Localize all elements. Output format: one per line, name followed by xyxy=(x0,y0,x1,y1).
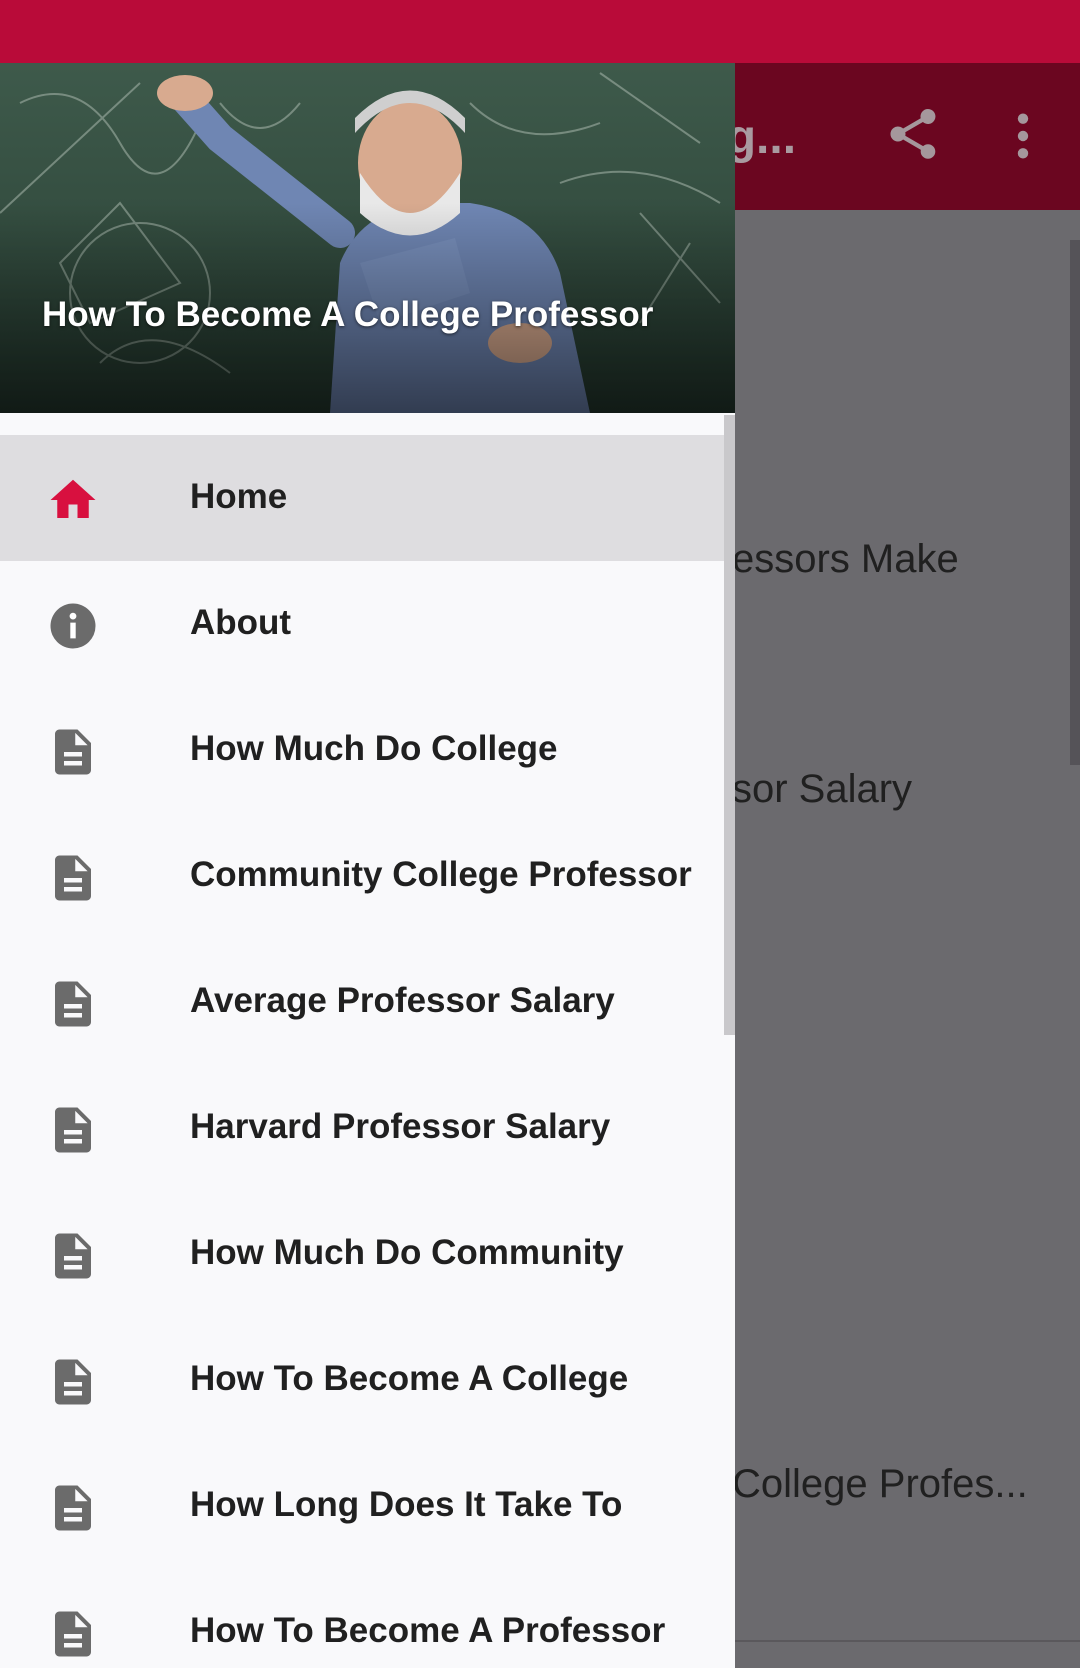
navigation-drawer: How To Become A College Professor Home A… xyxy=(0,63,735,1668)
more-vert-icon[interactable] xyxy=(1008,110,1038,162)
document-icon xyxy=(55,1359,91,1405)
menu-item-label: How Much Do Community xyxy=(190,1233,624,1272)
drawer-header: How To Become A College Professor xyxy=(0,63,735,413)
menu-item-label: How Much Do College xyxy=(190,729,558,768)
menu-item-community-college-professor[interactable]: Community College Professor xyxy=(0,813,735,939)
menu-item-label: How To Become A College xyxy=(190,1359,629,1398)
menu-item-how-to-become-a-college[interactable]: How To Become A College xyxy=(0,1317,735,1443)
background-scrollbar xyxy=(1070,240,1080,765)
background-list-item: College Profes... xyxy=(732,1462,1028,1506)
home-icon xyxy=(50,479,96,518)
menu-item-label: Home xyxy=(190,477,288,516)
menu-item-how-much-do-college[interactable]: How Much Do College xyxy=(0,687,735,813)
menu-item-label: Harvard Professor Salary xyxy=(190,1107,611,1146)
menu-item-label: About xyxy=(190,603,292,642)
menu-item-label: Community College Professor xyxy=(190,855,692,894)
document-icon xyxy=(55,855,91,901)
background-list-item: sor Salary xyxy=(732,767,913,811)
document-icon xyxy=(55,1485,91,1531)
share-icon[interactable] xyxy=(883,104,943,164)
menu-item-average-professor-salary[interactable]: Average Professor Salary xyxy=(0,939,735,1065)
background-list-item: essors Make xyxy=(732,537,959,581)
menu-item-how-much-do-community[interactable]: How Much Do Community xyxy=(0,1191,735,1317)
menu-item-about[interactable]: About xyxy=(0,561,735,687)
drawer-scrollbar[interactable] xyxy=(724,415,735,1035)
document-icon xyxy=(55,1233,91,1279)
menu-item-label: Average Professor Salary xyxy=(190,981,615,1020)
drawer-header-title: How To Become A College Professor xyxy=(42,295,654,334)
menu-item-how-long-does-it-take-to[interactable]: How Long Does It Take To xyxy=(0,1443,735,1569)
menu-item-label: How To Become A Professor xyxy=(190,1611,666,1650)
menu-item-harvard-professor-salary[interactable]: Harvard Professor Salary xyxy=(0,1065,735,1191)
header-shade xyxy=(0,63,735,413)
menu-item-how-to-become-a-professor[interactable]: How To Become A Professor xyxy=(0,1569,735,1668)
document-icon xyxy=(55,1107,91,1153)
status-bar xyxy=(0,0,1080,63)
document-icon xyxy=(55,1611,91,1657)
drawer-menu: Home About How Much Do College Community… xyxy=(0,435,735,1668)
document-icon xyxy=(55,729,91,775)
menu-item-label: How Long Does It Take To xyxy=(190,1485,623,1524)
menu-item-home[interactable]: Home xyxy=(0,435,735,561)
document-icon xyxy=(55,981,91,1027)
info-icon xyxy=(50,603,96,649)
divider xyxy=(735,1640,1080,1642)
